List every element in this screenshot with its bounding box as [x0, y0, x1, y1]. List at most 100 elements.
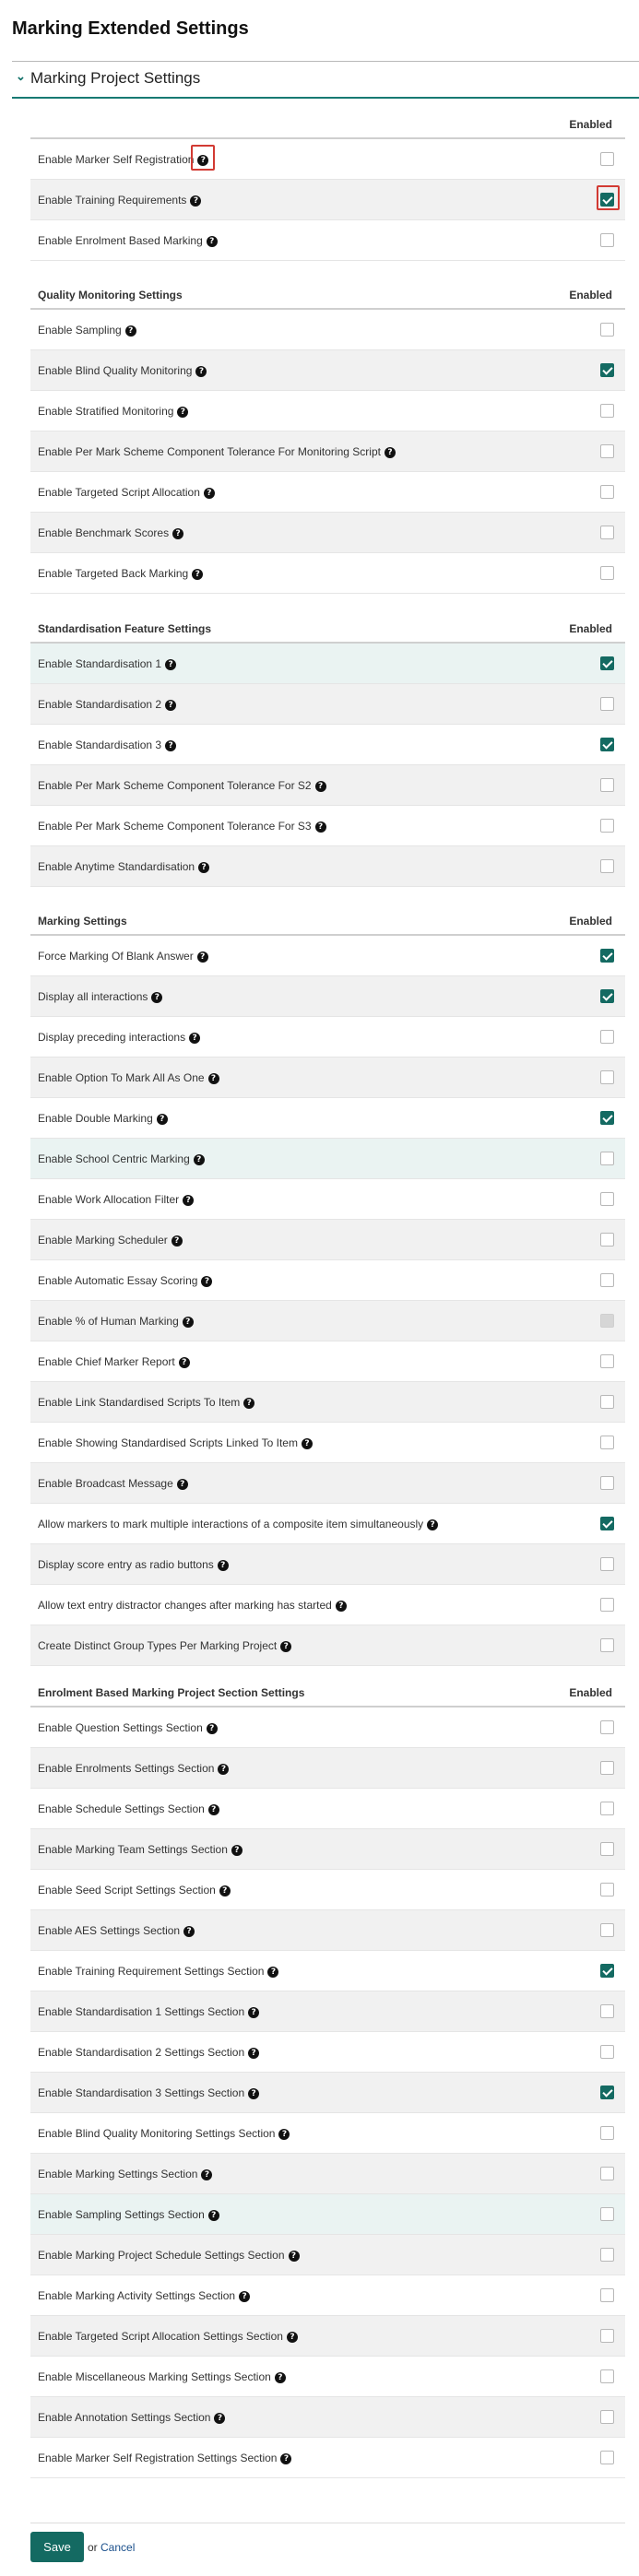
enabled-checkbox[interactable] — [600, 1354, 614, 1368]
enabled-checkbox[interactable] — [600, 778, 614, 792]
question-circle-icon[interactable]: ? — [177, 407, 189, 418]
enabled-checkbox[interactable] — [600, 404, 614, 418]
question-circle-icon[interactable]: ? — [207, 2210, 219, 2221]
enabled-checkbox[interactable] — [600, 1476, 614, 1490]
question-circle-icon[interactable]: ? — [171, 1235, 183, 1247]
enabled-checkbox[interactable] — [600, 526, 614, 539]
question-circle-icon[interactable]: ? — [280, 1641, 292, 1652]
question-circle-icon[interactable]: ? — [301, 1438, 313, 1449]
question-circle-icon[interactable]: ? — [214, 2413, 226, 2424]
question-circle-icon[interactable]: ? — [231, 1845, 243, 1856]
enabled-checkbox[interactable] — [600, 2207, 614, 2221]
question-circle-icon[interactable]: ? — [190, 195, 202, 207]
enabled-checkbox[interactable] — [600, 1395, 614, 1409]
question-circle-icon[interactable]: ? — [165, 700, 177, 711]
enabled-checkbox[interactable] — [600, 1152, 614, 1165]
question-circle-icon[interactable]: ? — [178, 1357, 190, 1368]
question-circle-icon[interactable]: ? — [201, 1276, 213, 1287]
question-circle-icon[interactable]: ? — [274, 2372, 286, 2383]
enabled-checkbox[interactable] — [600, 697, 614, 711]
question-circle-icon[interactable]: ? — [193, 1154, 205, 1165]
enabled-checkbox[interactable] — [600, 1883, 614, 1897]
question-circle-icon[interactable]: ? — [248, 2048, 260, 2059]
question-circle-icon[interactable]: ? — [165, 740, 177, 751]
question-circle-icon[interactable]: ? — [314, 781, 326, 792]
question-circle-icon[interactable]: ? — [203, 488, 215, 499]
question-circle-icon[interactable]: ? — [267, 1967, 279, 1978]
question-circle-icon[interactable]: ? — [198, 862, 210, 873]
enabled-checkbox[interactable] — [600, 1273, 614, 1287]
question-circle-icon[interactable]: ? — [278, 2129, 290, 2140]
question-circle-icon[interactable]: ? — [384, 447, 396, 458]
question-circle-icon[interactable]: ? — [156, 1114, 168, 1125]
enabled-checkbox[interactable] — [600, 2004, 614, 2018]
question-circle-icon[interactable]: ? — [248, 2088, 260, 2099]
question-circle-icon[interactable]: ? — [195, 366, 207, 377]
question-circle-icon[interactable]: ? — [280, 2453, 292, 2464]
enabled-checkbox[interactable] — [600, 152, 614, 166]
enabled-checkbox[interactable] — [600, 1598, 614, 1612]
enabled-checkbox[interactable] — [600, 233, 614, 247]
enabled-checkbox[interactable] — [600, 2329, 614, 2343]
question-circle-icon[interactable]: ? — [201, 2169, 213, 2180]
question-circle-icon[interactable]: ? — [239, 2291, 251, 2302]
question-circle-icon[interactable]: ? — [207, 1073, 219, 1084]
enabled-checkbox[interactable] — [600, 2451, 614, 2464]
question-circle-icon[interactable]: ? — [427, 1519, 439, 1530]
enabled-checkbox[interactable] — [600, 2045, 614, 2059]
question-circle-icon[interactable]: ? — [335, 1601, 347, 1612]
question-circle-icon[interactable]: ? — [206, 236, 218, 247]
enabled-checkbox[interactable] — [600, 2288, 614, 2302]
enabled-checkbox[interactable] — [600, 656, 614, 670]
question-circle-icon[interactable]: ? — [172, 528, 184, 539]
enabled-checkbox[interactable] — [600, 2369, 614, 2383]
question-circle-icon[interactable]: ? — [314, 821, 326, 833]
question-circle-icon[interactable]: ? — [218, 1764, 230, 1775]
enabled-checkbox[interactable] — [600, 1964, 614, 1978]
enabled-checkbox[interactable] — [600, 2126, 614, 2140]
cancel-link[interactable]: Cancel — [101, 2541, 135, 2554]
question-circle-icon[interactable]: ? — [165, 659, 177, 670]
question-circle-icon[interactable]: ? — [183, 1926, 195, 1937]
chevron-down-icon[interactable]: ⌄ — [16, 69, 26, 84]
enabled-checkbox[interactable] — [600, 1638, 614, 1652]
enabled-checkbox[interactable] — [600, 1070, 614, 1084]
enabled-checkbox[interactable] — [600, 1436, 614, 1449]
enabled-checkbox[interactable] — [600, 1030, 614, 1044]
enabled-checkbox[interactable] — [600, 1923, 614, 1937]
enabled-checkbox[interactable] — [600, 1842, 614, 1856]
enabled-checkbox[interactable] — [600, 2410, 614, 2424]
enabled-checkbox[interactable] — [600, 1111, 614, 1125]
enabled-checkbox[interactable] — [600, 1720, 614, 1734]
enabled-checkbox[interactable] — [600, 819, 614, 833]
enabled-checkbox[interactable] — [600, 859, 614, 873]
enabled-checkbox[interactable] — [600, 1517, 614, 1530]
question-circle-icon[interactable]: ? — [189, 1033, 201, 1044]
enabled-checkbox[interactable] — [600, 444, 614, 458]
question-circle-icon[interactable]: ? — [219, 1885, 231, 1897]
question-circle-icon[interactable]: ? — [248, 2007, 260, 2018]
enabled-checkbox[interactable] — [600, 566, 614, 580]
question-circle-icon[interactable]: ? — [288, 2251, 300, 2262]
question-circle-icon[interactable]: ? — [217, 1560, 229, 1571]
enabled-checkbox[interactable] — [600, 363, 614, 377]
question-circle-icon[interactable]: ? — [196, 951, 208, 963]
enabled-checkbox[interactable] — [600, 989, 614, 1003]
question-circle-icon[interactable]: ? — [182, 1317, 194, 1328]
enabled-checkbox[interactable] — [600, 949, 614, 963]
question-circle-icon[interactable]: ? — [183, 1195, 195, 1206]
marking-project-settings-header[interactable]: ⌄ Marking Project Settings — [12, 62, 639, 99]
enabled-checkbox[interactable] — [600, 1761, 614, 1775]
save-button[interactable]: Save — [30, 2532, 84, 2562]
enabled-checkbox[interactable] — [600, 2248, 614, 2262]
enabled-checkbox[interactable] — [600, 485, 614, 499]
enabled-checkbox[interactable] — [600, 2167, 614, 2180]
enabled-checkbox[interactable] — [600, 1233, 614, 1247]
enabled-checkbox[interactable] — [600, 738, 614, 751]
question-circle-icon[interactable]: ? — [124, 325, 136, 337]
question-circle-icon[interactable]: ? — [207, 1804, 219, 1815]
enabled-checkbox[interactable] — [600, 323, 614, 337]
enabled-checkbox[interactable] — [600, 1192, 614, 1206]
question-circle-icon[interactable]: ? — [206, 1723, 218, 1734]
enabled-checkbox[interactable] — [600, 2086, 614, 2099]
